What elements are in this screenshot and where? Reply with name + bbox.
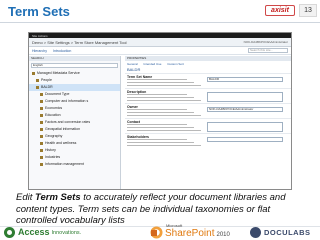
tree-item-label: Industries <box>45 155 61 159</box>
tree-item-label: Economics <box>45 106 63 110</box>
property-field: Stakeholders <box>125 133 291 148</box>
tree-item-label: People <box>41 78 52 82</box>
sharepoint-screenshot: Site Actions Demo > Site Settings > Term… <box>28 32 292 190</box>
tree-item-label: Managed Metadata Service <box>37 71 80 75</box>
property-field-input[interactable] <box>207 92 283 102</box>
tree-item-label: Document Type <box>45 92 70 96</box>
axisit-logo: axisit <box>265 5 295 16</box>
user-menu[interactable]: NOK-DA4BKPOCE\Administrator <box>244 40 288 44</box>
tree-item[interactable]: Education <box>29 112 120 119</box>
language-select[interactable]: English <box>31 63 118 68</box>
tree-item[interactable]: Geography <box>29 133 120 140</box>
property-field-description <box>127 109 203 117</box>
term-set-icon <box>40 106 43 110</box>
doculabs-logo: DOCULABS <box>250 227 311 238</box>
slide-caption: Edit Term Sets to accurately reflect you… <box>16 192 308 227</box>
property-fields: Term Set Name BALDR Description Owner NOK-DA… <box>125 73 291 148</box>
tree-item-label: Factors and conversion rates <box>45 120 91 124</box>
property-field-description <box>127 79 203 87</box>
access-innovations-logo: Access Innovations. <box>4 225 81 239</box>
tree-item-label: Information management <box>45 162 84 166</box>
term-set-icon <box>40 162 43 166</box>
term-set-icon <box>40 148 43 152</box>
sharepoint-logo: Microsoft SharePoint 2010 <box>150 223 230 239</box>
header-divider <box>0 22 320 23</box>
property-field-input[interactable]: BALDR <box>207 77 283 82</box>
tree-item[interactable]: Document Type <box>29 91 120 98</box>
term-set-icon <box>40 113 43 117</box>
tree-item[interactable]: Information management <box>29 161 120 168</box>
tree-item-label: History <box>45 148 56 152</box>
term-set-icon <box>40 155 43 159</box>
slide-title: Term Sets <box>8 4 70 19</box>
tree-item[interactable]: Geospatial information <box>29 126 120 133</box>
slide-number: 13 <box>299 4 317 17</box>
tree-item-label: Health and wellness <box>45 141 77 145</box>
nav-link-hierarchy[interactable]: Hierarchy <box>32 49 47 53</box>
nav-row: Hierarchy Introduction Search this site.… <box>29 47 291 55</box>
tree-item-label: Geospatial information <box>45 127 81 131</box>
tree-item-label: Education <box>45 113 61 117</box>
property-field: Description <box>125 88 291 103</box>
property-field-description <box>127 94 203 102</box>
property-field: Contact <box>125 118 291 133</box>
search-input[interactable]: Search this site... <box>248 48 288 53</box>
property-field-description <box>127 124 203 132</box>
property-field: Term Set Name BALDR <box>125 73 291 88</box>
sharepoint-logo-vendor: Microsoft <box>166 223 183 228</box>
tree-header: SEARCH <box>29 56 120 61</box>
tab-custom-sort[interactable]: Custom Sort <box>167 62 184 66</box>
property-field-input[interactable] <box>207 122 283 132</box>
access-logo-sub: Innovations. <box>51 230 82 236</box>
sharepoint-icon <box>150 226 163 239</box>
access-logo-word: Access <box>18 227 50 237</box>
tab-intended-use[interactable]: Intended Use <box>144 62 162 66</box>
tree-item[interactable]: Industries <box>29 154 120 161</box>
tree-item[interactable]: History <box>29 147 120 154</box>
term-set-icon <box>40 120 43 124</box>
term-set-icon <box>40 127 43 131</box>
caption-prefix: Edit <box>16 192 36 203</box>
tree-item[interactable]: Managed Metadata Service <box>29 70 120 77</box>
caption-bold: Term Sets <box>35 192 81 203</box>
sharepoint-logo-name: SharePoint <box>165 228 215 239</box>
site-actions-menu[interactable]: Site Actions <box>32 34 48 38</box>
sharepoint-logo-year: 2010 <box>216 232 230 238</box>
term-set-icon <box>40 134 43 138</box>
doculabs-badge-icon <box>250 227 261 238</box>
property-field-input[interactable]: NOK-DA4BKPOCE\Administrator <box>207 107 283 112</box>
tree-item[interactable]: Computer and information s <box>29 98 120 105</box>
term-set-icon <box>36 85 39 89</box>
property-field-description <box>127 139 203 147</box>
tree-item-label: BALDR <box>41 85 53 89</box>
breadcrumb[interactable]: Demo > Site Settings > Term Store Manage… <box>32 40 127 45</box>
tree-list: Managed Metadata Service People BALDR Docum… <box>29 70 120 168</box>
tree-item[interactable]: Health and wellness <box>29 140 120 147</box>
property-field: Owner NOK-DA4BKPOCE\Administrator <box>125 103 291 118</box>
tab-general[interactable]: General <box>127 62 138 66</box>
access-logo-mark-icon <box>4 226 15 238</box>
tree-item[interactable]: Economics <box>29 105 120 112</box>
term-set-icon <box>32 71 35 75</box>
tree-item-label: Computer and information s <box>45 99 89 103</box>
properties-panel: PROPERTIES General Intended Use Custom S… <box>125 56 291 189</box>
tree-item-label: Geography <box>45 134 63 138</box>
tree-item[interactable]: BALDR <box>29 84 120 91</box>
term-set-icon <box>40 99 43 103</box>
term-set-icon <box>40 92 43 96</box>
term-set-icon <box>40 141 43 145</box>
term-set-icon <box>36 78 39 82</box>
breadcrumb-bar: Demo > Site Settings > Term Store Manage… <box>29 38 291 47</box>
taxonomy-tree-panel: SEARCH English Managed Metadata Service P… <box>29 56 121 189</box>
doculabs-logo-text: DOCULABS <box>264 228 311 237</box>
nav-link-introduction[interactable]: Introduction <box>53 49 71 53</box>
property-field-input[interactable] <box>207 137 283 142</box>
tree-item[interactable]: Factors and conversion rates <box>29 119 120 126</box>
tree-item[interactable]: People <box>29 77 120 84</box>
